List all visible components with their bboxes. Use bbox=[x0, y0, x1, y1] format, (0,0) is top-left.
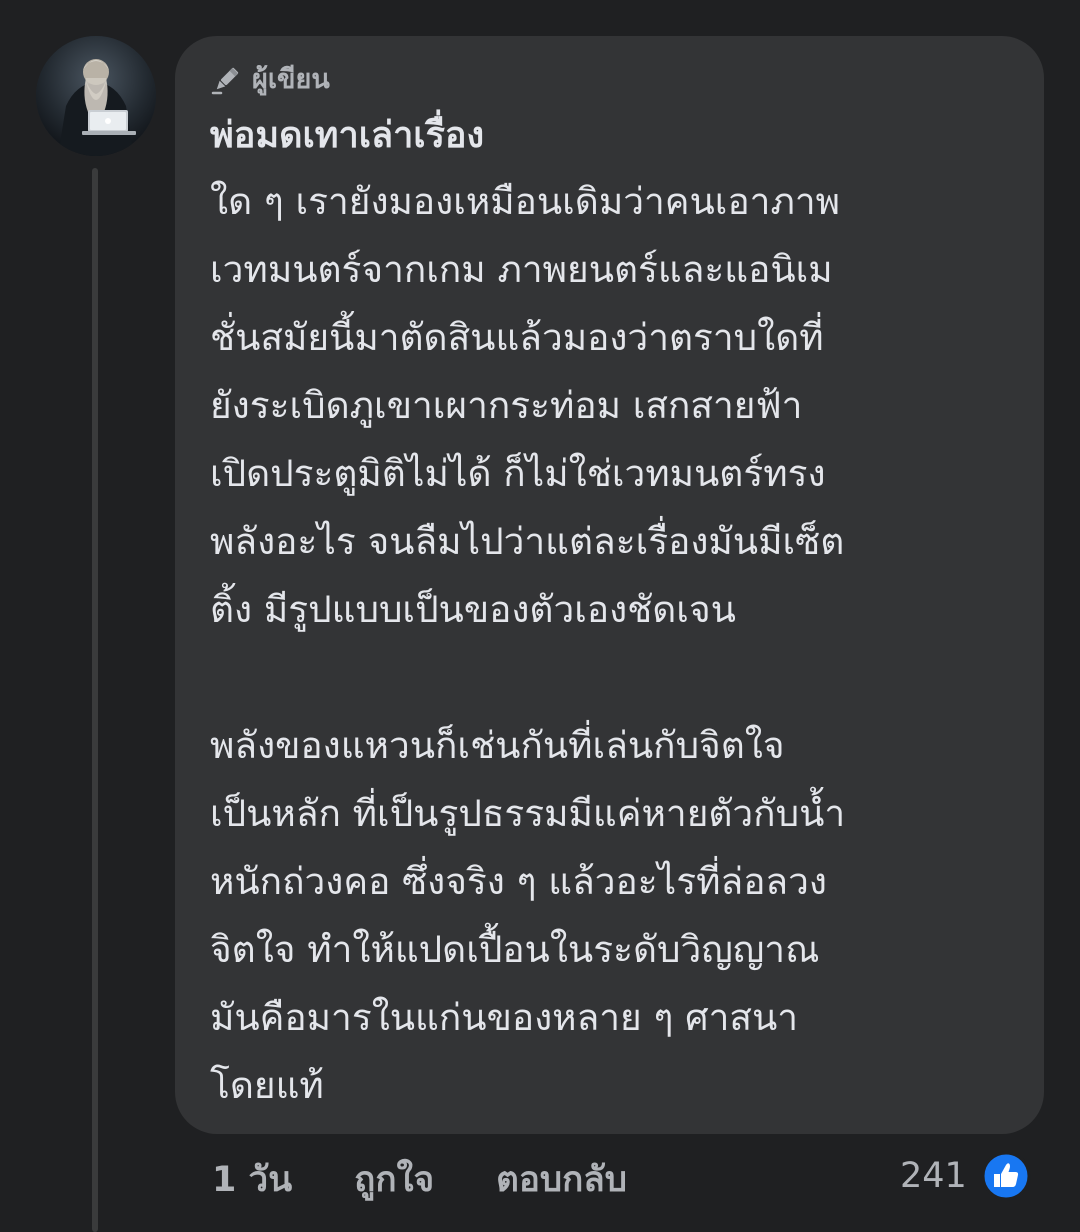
comment-text-line: โดยแท้ bbox=[210, 1064, 324, 1107]
comment-text-line: เป็นหลัก ที่เป็นรูปธรรมมีแค่หายตัวกับน้ำ bbox=[210, 792, 846, 835]
reply-button[interactable]: ตอบกลับ bbox=[496, 1152, 627, 1208]
like-button[interactable]: ถูกใจ bbox=[354, 1152, 434, 1208]
reaction-summary[interactable]: 241 bbox=[900, 1150, 1031, 1202]
pencil-author-icon bbox=[211, 67, 239, 95]
comment-text-line: ชั่นสมัยนี้มาตัดสินแล้วมองว่าตราบใดที่ bbox=[210, 316, 824, 359]
comment-text-line: หนักถ่วงคอ ซึ่งจริง ๆ แล้วอะไรที่ล่อลวง bbox=[210, 860, 827, 903]
comment-text-line: ใด ๆ เรายังมองเหมือนเดิมว่าคนเอาภาพ bbox=[210, 180, 841, 223]
comment-actions: 1 วัน ถูกใจ ตอบกลับ bbox=[212, 1152, 627, 1208]
comment-text-line: เปิดประตูมิติไม่ได้ ก็ไม่ใช่เวทมนตร์ทรง bbox=[210, 452, 826, 495]
avatar-wizard-image bbox=[36, 36, 156, 156]
avatar[interactable] bbox=[36, 36, 156, 156]
comment-body: ใด ๆ เรายังมองเหมือนเดิมว่าคนเอาภาพ เวทม… bbox=[210, 168, 1020, 1120]
comment-text-line: ติ้ง มีรูปแบบเป็นของตัวเองชัดเจน bbox=[210, 588, 736, 631]
comment-text-line: ยังระเบิดภูเขาเผากระท่อม เสกสายฟ้า bbox=[210, 384, 803, 427]
comment-screen: ผู้เขียน พ่อมดเทาเล่าเรื่อง ใด ๆ เรายังม… bbox=[0, 0, 1080, 1232]
comment-text-line: จิตใจ ทำให้แปดเปื้อนในระดับวิญญาณ bbox=[210, 928, 820, 971]
comment-timestamp[interactable]: 1 วัน bbox=[212, 1152, 292, 1208]
comment-text-line: มันคือมารในแก่นของหลาย ๆ ศาสนา bbox=[210, 996, 799, 1039]
like-count: 241 bbox=[900, 1156, 967, 1196]
comment-author-name[interactable]: พ่อมดเทาเล่าเรื่อง bbox=[210, 110, 484, 162]
comment-text-line: พลังของแหวนก็เช่นกันที่เล่นกับจิตใจ bbox=[210, 724, 785, 767]
thread-connector-line bbox=[92, 168, 98, 1232]
author-badge: ผู้เขียน bbox=[210, 62, 330, 98]
comment-text-line: เวทมนตร์จากเกม ภาพยนตร์และแอนิเม bbox=[210, 248, 833, 291]
like-thumb-icon bbox=[981, 1151, 1031, 1201]
author-badge-label: ผู้เขียน bbox=[252, 64, 330, 95]
comment-text-line: พลังอะไร จนลืมไปว่าแต่ละเรื่องมันมีเซ็ต bbox=[210, 520, 845, 563]
